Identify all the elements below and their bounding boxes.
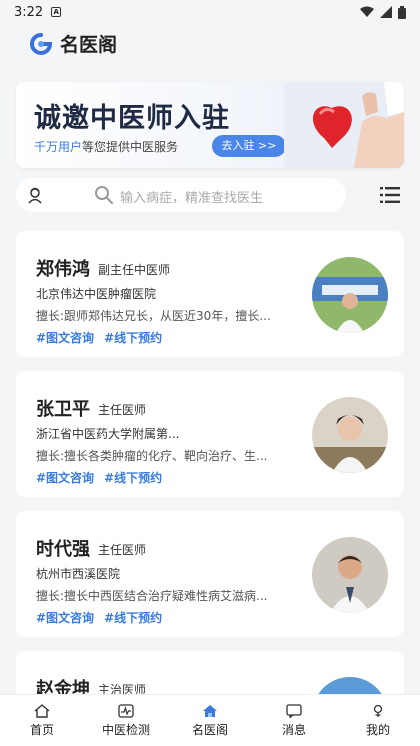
tab-label: 名医阁 [191,722,228,737]
doctor-avatar [312,397,388,473]
home-outline-icon [34,703,50,718]
doctor-card[interactable]: 时代强 主任医师 杭州市西溪医院 擅长:擅长中西医结合治疗疑难性病艾滋病... … [16,511,404,637]
pulse-icon [118,703,134,718]
tag-image-consult[interactable]: #图文咨询 [36,469,94,486]
doctor-avatar [312,257,388,333]
doctor-name: 时代强 [36,539,90,560]
heart-hand-illustration [284,82,404,168]
banner-sub-highlight: 千万用户 [34,140,83,154]
recruit-banner[interactable]: 诚邀中医师入驻 千万用户等您提供中医服务 去入驻 >> [16,82,404,168]
doctor-title: 副主任中医师 [98,263,171,277]
banner-subline: 千万用户等您提供中医服务 [34,138,178,155]
search-placeholder: 输入病症，精准查找医生 [120,191,264,206]
doctor-title: 主任医师 [98,543,147,557]
tag-offline-appointment[interactable]: #线下预约 [104,329,162,346]
status-time: 3:22 [14,4,44,20]
tab-label: 消息 [281,722,306,737]
signal-icon [380,6,392,18]
banner-headline: 诚邀中医师入驻 [34,103,230,134]
doctor-skill: 擅长:跟师郑伟达兄长，从医近30年，擅长... [36,309,271,323]
battery-icon [398,5,406,19]
tab-label: 中医检测 [101,722,150,737]
service-tags: #图文咨询 #线下预约 [36,469,162,486]
app-logo-icon [30,32,53,55]
doctor-name: 张卫平 [36,399,90,420]
tab-profile[interactable]: 我的 [336,695,420,746]
search-row: 输入病症，精准查找医生 [16,178,404,212]
doctor-avatar-icon[interactable] [26,186,44,204]
join-button[interactable]: 去入驻 >> [212,135,286,157]
doctor-hospital: 北京伟达中医肿瘤医院 [36,287,157,301]
home-filled-icon [203,704,217,717]
list-menu-icon[interactable] [380,186,400,204]
profile-icon [373,704,383,717]
tab-label: 我的 [365,722,390,737]
banner-sub-rest: 等您提供中医服务 [82,140,179,154]
doctor-hospital: 杭州市西溪医院 [36,567,121,581]
search-box[interactable]: 输入病症，精准查找医生 [16,178,346,212]
message-icon [286,703,302,718]
notification-icon: A [51,7,62,17]
tab-label: 首页 [29,722,54,737]
tag-offline-appointment[interactable]: #线下预约 [104,469,162,486]
tab-home[interactable]: 首页 [0,695,84,746]
wifi-icon [360,6,374,17]
service-tags: #图文咨询 #线下预约 [36,609,162,626]
tab-messages[interactable]: 消息 [252,695,336,746]
tab-tcm-check[interactable]: 中医检测 [84,695,168,746]
doctor-card[interactable]: 郑伟鸿 副主任中医师 北京伟达中医肿瘤医院 擅长:跟师郑伟达兄长，从医近30年，… [16,231,404,357]
tag-image-consult[interactable]: #图文咨询 [36,609,94,626]
doctor-name: 郑伟鸿 [36,259,90,280]
bottom-tab-bar: 首页 中医检测 名医阁 消息 我的 [0,694,420,746]
doctor-avatar [312,537,388,613]
status-right [360,5,406,19]
doctor-card[interactable]: 张卫平 主任医师 浙江省中医药大学附属第... 擅长:擅长各类肿瘤的化疗、靶向治… [16,371,404,497]
status-bar: 3:22 A [0,0,420,24]
doctor-hospital: 浙江省中医药大学附属第... [36,427,180,441]
doctor-skill: 擅长:擅长各类肿瘤的化疗、靶向治疗、生... [36,449,268,463]
tag-offline-appointment[interactable]: #线下预约 [104,609,162,626]
doctor-title: 主任医师 [98,403,147,417]
search-icon [95,186,113,204]
app-header: 名医阁 [28,30,117,57]
tab-famous-doctors[interactable]: 名医阁 [168,695,252,746]
app-title: 名医阁 [60,34,118,56]
tag-image-consult[interactable]: #图文咨询 [36,329,94,346]
doctor-skill: 擅长:擅长中西医结合治疗疑难性病艾滋病... [36,589,268,603]
service-tags: #图文咨询 #线下预约 [36,329,162,346]
